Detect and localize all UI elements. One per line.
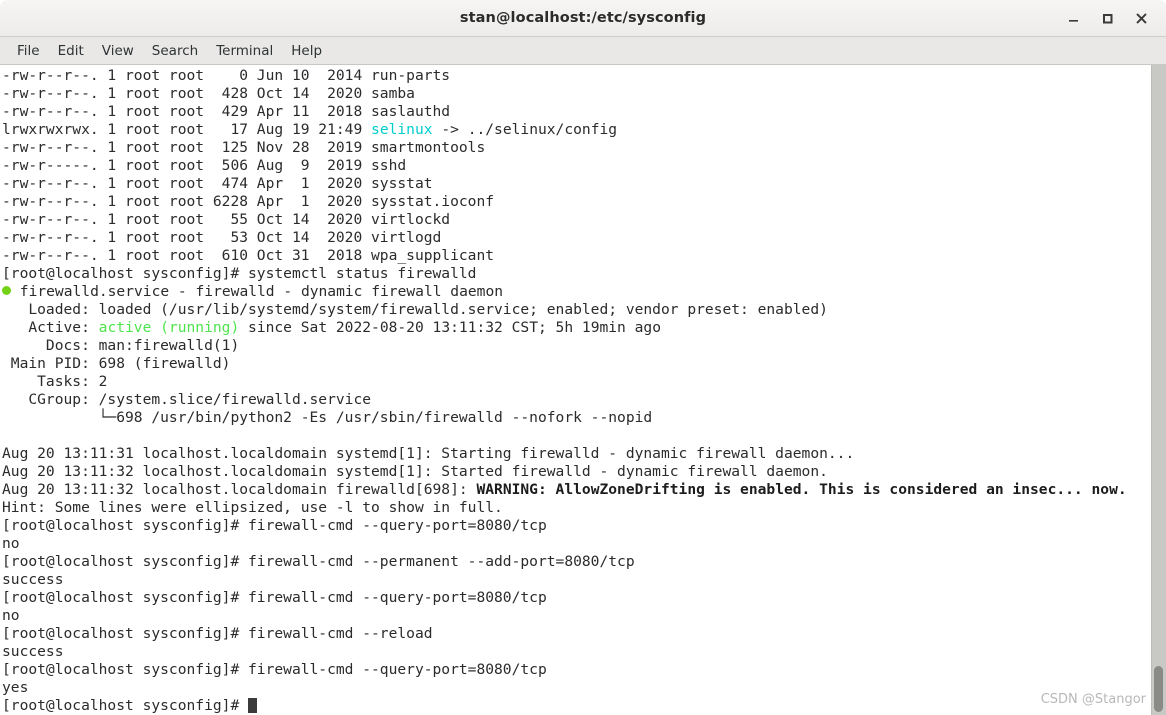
terminal-line: Docs: man:firewalld(1) [2,337,1151,355]
terminal-text: -rw-r--r--. 1 root root 53 Oct 14 2020 v… [2,229,442,246]
terminal-line: yes [2,679,1151,697]
menu-item-view[interactable]: View [93,40,143,62]
terminal-scrollbar[interactable] [1151,65,1166,715]
terminal-line: Main PID: 698 (firewalld) [2,355,1151,373]
terminal-text: [root@localhost sysconfig]# firewall-cmd… [2,625,433,642]
terminal-line: [root@localhost sysconfig]# firewall-cmd… [2,517,1151,535]
terminal-text: [root@localhost sysconfig]# firewall-cmd… [2,589,547,606]
terminal-line: Tasks: 2 [2,373,1151,391]
terminal-text: since Sat 2022-08-20 13:11:32 CST; 5h 19… [239,319,661,336]
terminal-line: -rw-r-----. 1 root root 506 Aug 9 2019 s… [2,157,1151,175]
terminal-text: [root@localhost sysconfig]# systemctl st… [2,265,477,282]
terminal-line: -rw-r--r--. 1 root root 610 Oct 31 2018 … [2,247,1151,265]
window-controls [1056,0,1158,36]
terminal-text: success [2,571,64,588]
terminal-line: CGroup: /system.slice/firewalld.service [2,391,1151,409]
terminal-text: Aug 20 13:11:32 localhost.localdomain fi… [2,481,477,498]
terminal-line: Aug 20 13:11:32 localhost.localdomain sy… [2,463,1151,481]
terminal-text: Active: [2,319,99,336]
terminal-line: [root@localhost sysconfig]# systemctl st… [2,265,1151,283]
minimize-icon[interactable] [1056,3,1090,33]
terminal-line: no [2,535,1151,553]
terminal-text: [root@localhost sysconfig]# firewall-cmd… [2,517,547,534]
terminal-line: -rw-r--r--. 1 root root 6228 Apr 1 2020 … [2,193,1151,211]
menu-item-terminal[interactable]: Terminal [207,40,282,62]
terminal-line: Active: active (running) since Sat 2022-… [2,319,1151,337]
terminal-line: └─698 /usr/bin/python2 -Es /usr/sbin/fir… [2,409,1151,427]
terminal-text: success [2,643,64,660]
terminal-line: -rw-r--r--. 1 root root 125 Nov 28 2019 … [2,139,1151,157]
terminal-text: -> ../selinux/config [432,121,618,138]
terminal-line: [root@localhost sysconfig]# firewall-cmd… [2,589,1151,607]
terminal-text: Aug 20 13:11:32 localhost.localdomain sy… [2,463,828,480]
terminal-line: -rw-r--r--. 1 root root 428 Oct 14 2020 … [2,85,1151,103]
terminal-text: └─698 /usr/bin/python2 -Es /usr/sbin/fir… [2,409,653,426]
terminal-line: -rw-r--r--. 1 root root 474 Apr 1 2020 s… [2,175,1151,193]
terminal-text: selinux [371,121,433,138]
terminal-text: -rw-r--r--. 1 root root 429 Apr 11 2018 … [2,103,451,120]
terminal-text: -rw-r--r--. 1 root root 6228 Apr 1 2020 … [2,193,495,210]
terminal-text: lrwxrwxrwx. 1 root root 17 Aug 19 21:49 [2,121,372,138]
menu-item-search[interactable]: Search [143,40,207,62]
terminal-text: active (running) [98,319,240,336]
terminal-line: success [2,571,1151,589]
terminal-text: -rw-r-----. 1 root root 506 Aug 9 2019 s… [2,157,407,174]
terminal-text: Hint: Some lines were ellipsized, use -l… [2,499,503,516]
terminal-line: -rw-r--r--. 1 root root 0 Jun 10 2014 ru… [2,67,1151,85]
terminal-text: -rw-r--r--. 1 root root 474 Apr 1 2020 s… [2,175,433,192]
terminal-text: Loaded: loaded (/usr/lib/systemd/system/… [2,301,828,318]
terminal-line: Loaded: loaded (/usr/lib/systemd/system/… [2,301,1151,319]
terminal-text: Aug 20 13:11:31 localhost.localdomain sy… [2,445,855,462]
terminal-line: -rw-r--r--. 1 root root 429 Apr 11 2018 … [2,103,1151,121]
service-status-dot-icon [2,286,11,295]
terminal-text: -rw-r--r--. 1 root root 55 Oct 14 2020 v… [2,211,451,228]
terminal-text: -rw-r--r--. 1 root root 428 Oct 14 2020 … [2,85,415,102]
terminal-line: firewalld.service - firewalld - dynamic … [2,283,1151,301]
terminal-text: -rw-r--r--. 1 root root 125 Nov 28 2019 … [2,139,486,156]
terminal-line: [root@localhost sysconfig]# firewall-cmd… [2,553,1151,571]
terminal-line: -rw-r--r--. 1 root root 55 Oct 14 2020 v… [2,211,1151,229]
terminal-text: firewalld.service - firewalld - dynamic … [11,283,504,300]
menu-item-edit[interactable]: Edit [49,40,93,62]
terminal-text: Main PID: 698 (firewalld) [2,355,231,372]
terminal-window: stan@localhost:/etc/sysconfig File Edit … [0,0,1166,715]
terminal-body: -rw-r--r--. 1 root root 0 Jun 10 2014 ru… [0,65,1166,715]
window-title: stan@localhost:/etc/sysconfig [459,10,707,26]
terminal-output[interactable]: -rw-r--r--. 1 root root 0 Jun 10 2014 ru… [0,65,1151,715]
terminal-line: [root@localhost sysconfig]# [2,697,1151,715]
terminal-text: Docs: man:firewalld(1) [2,337,240,354]
terminal-text: CGroup: /system.slice/firewalld.service [2,391,372,408]
title-bar: stan@localhost:/etc/sysconfig [0,0,1166,37]
terminal-line: [root@localhost sysconfig]# firewall-cmd… [2,661,1151,679]
menu-item-help[interactable]: Help [282,40,331,62]
terminal-cursor [248,698,258,713]
close-icon[interactable] [1124,3,1158,33]
terminal-line: success [2,643,1151,661]
terminal-text: -rw-r--r--. 1 root root 0 Jun 10 2014 ru… [2,67,451,84]
terminal-line: Aug 20 13:11:31 localhost.localdomain sy… [2,445,1151,463]
terminal-line: -rw-r--r--. 1 root root 53 Oct 14 2020 v… [2,229,1151,247]
terminal-line: no [2,607,1151,625]
terminal-text: Tasks: 2 [2,373,108,390]
menu-item-file[interactable]: File [8,40,49,62]
terminal-line: [root@localhost sysconfig]# firewall-cmd… [2,625,1151,643]
maximize-icon[interactable] [1090,3,1124,33]
terminal-text: [root@localhost sysconfig]# firewall-cmd… [2,553,635,570]
terminal-text: -rw-r--r--. 1 root root 610 Oct 31 2018 … [2,247,495,264]
terminal-line: Hint: Some lines were ellipsized, use -l… [2,499,1151,517]
terminal-line: Aug 20 13:11:32 localhost.localdomain fi… [2,481,1151,499]
scrollbar-thumb[interactable] [1154,666,1163,712]
terminal-text: WARNING: AllowZoneDrifting is enabled. T… [476,481,1127,498]
terminal-text: no [2,535,20,552]
terminal-text: [root@localhost sysconfig]# firewall-cmd… [2,661,547,678]
menu-bar: File Edit View Search Terminal Help [0,37,1166,65]
terminal-text: [root@localhost sysconfig]# [2,697,249,714]
terminal-text: no [2,607,20,624]
terminal-line: lrwxrwxrwx. 1 root root 17 Aug 19 21:49 … [2,121,1151,139]
terminal-text: yes [2,679,29,696]
